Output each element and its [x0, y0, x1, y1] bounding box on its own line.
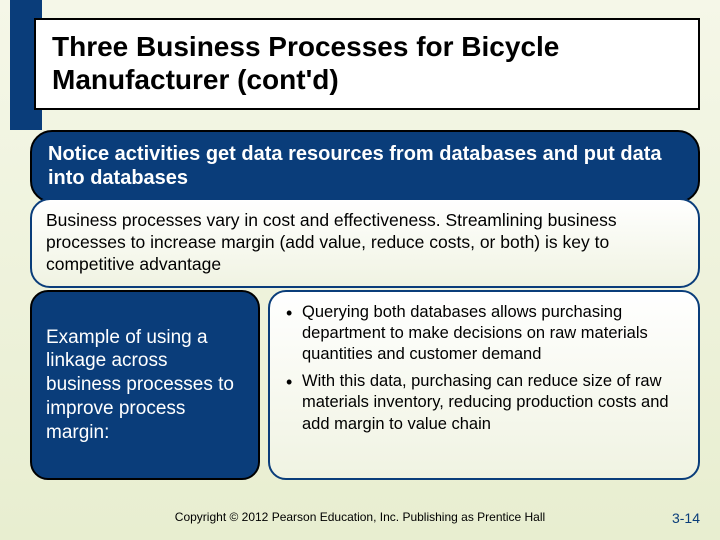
example-bullets-box: Querying both databases allows purchasin…: [268, 290, 700, 480]
callout-processes-text: Business processes vary in cost and effe…: [46, 210, 684, 276]
copyright-text: Copyright © 2012 Pearson Education, Inc.…: [0, 510, 720, 524]
example-row: Example of using a linkage across busine…: [30, 290, 700, 480]
slide-title: Three Business Processes for Bicycle Man…: [52, 30, 682, 96]
page-number: 3-14: [672, 510, 700, 526]
example-label-text: Example of using a linkage across busine…: [46, 326, 244, 445]
callout-processes: Business processes vary in cost and effe…: [30, 198, 700, 288]
list-item: Querying both databases allows purchasin…: [280, 302, 684, 365]
slide-title-box: Three Business Processes for Bicycle Man…: [34, 18, 700, 110]
bullet-list: Querying both databases allows purchasin…: [280, 302, 684, 435]
callout-notice: Notice activities get data resources fro…: [30, 130, 700, 203]
list-item: With this data, purchasing can reduce si…: [280, 371, 684, 434]
callout-notice-text: Notice activities get data resources fro…: [48, 142, 682, 191]
example-label-box: Example of using a linkage across busine…: [30, 290, 260, 480]
